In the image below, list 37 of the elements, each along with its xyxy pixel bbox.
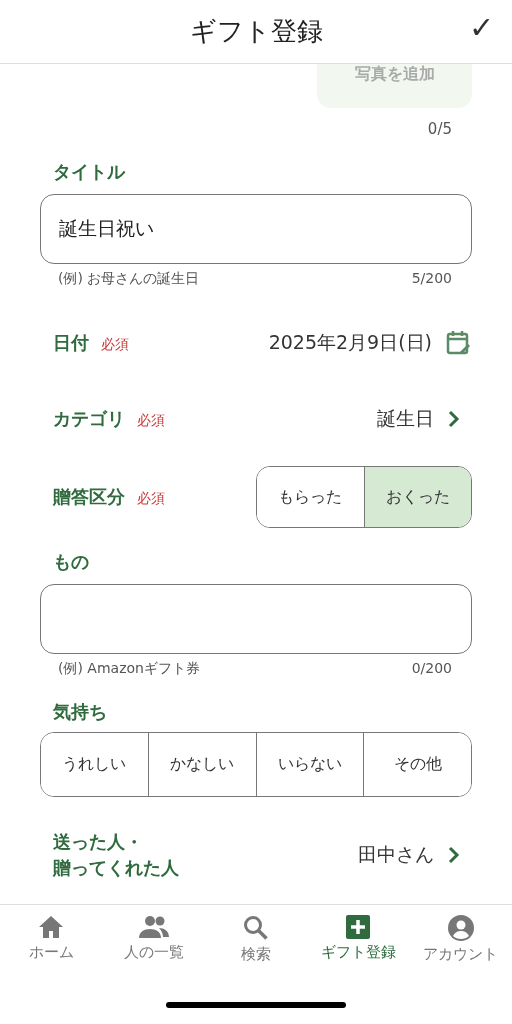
tab-bar-item[interactable]: 検索 <box>204 915 308 964</box>
chevron-right-icon <box>448 846 460 864</box>
plus-square-icon <box>346 915 371 939</box>
field-label: 気持ち <box>53 700 108 724</box>
required-tag: 必須 <box>137 412 165 430</box>
field-label: もの <box>53 550 90 574</box>
field-label: 日付 <box>53 331 89 355</box>
segment-option[interactable]: その他 <box>363 733 471 796</box>
char-count: 5/200 <box>411 270 452 288</box>
chevron-right-icon <box>448 410 460 428</box>
category-value[interactable]: 誕生日 <box>377 406 434 432</box>
item-field[interactable] <box>40 584 472 654</box>
field-label: 贈答区分 <box>53 485 125 509</box>
tab-bar-item[interactable]: 人の一覧 <box>102 915 205 964</box>
screen-title: ギフト登録 <box>189 15 323 48</box>
example-hint: (例) お母さんの誕生日 <box>58 270 200 288</box>
date-value[interactable]: 2025年2月9日(日) <box>268 330 432 356</box>
calendar-edit-icon[interactable] <box>446 330 472 356</box>
photo-count: 0/5 <box>427 120 452 138</box>
home-icon <box>38 915 65 939</box>
account-icon <box>447 915 474 941</box>
search-icon <box>243 915 269 941</box>
tab-bar-item[interactable]: アカウント <box>409 915 512 964</box>
title-field[interactable]: 誕生日祝い <box>40 194 472 264</box>
field-label: タイトル <box>53 160 127 184</box>
people-icon <box>137 915 170 939</box>
required-tag: 必須 <box>101 336 129 354</box>
tab-bar-item[interactable]: ギフト登録 <box>307 915 410 964</box>
person-value[interactable]: 田中さん <box>358 842 434 868</box>
example-hint: (例) Amazonギフト券 <box>58 660 200 678</box>
segment-option[interactable]: おくった <box>363 467 471 527</box>
tab-bar-item[interactable]: ホーム <box>0 915 103 964</box>
char-count: 0/200 <box>411 660 452 678</box>
field-label: 送った人・ 贈ってくれた人 <box>53 830 179 880</box>
field-label: カテゴリ <box>53 407 125 431</box>
required-tag: 必須 <box>137 490 165 508</box>
confirm-button[interactable]: ✓ <box>465 10 498 45</box>
